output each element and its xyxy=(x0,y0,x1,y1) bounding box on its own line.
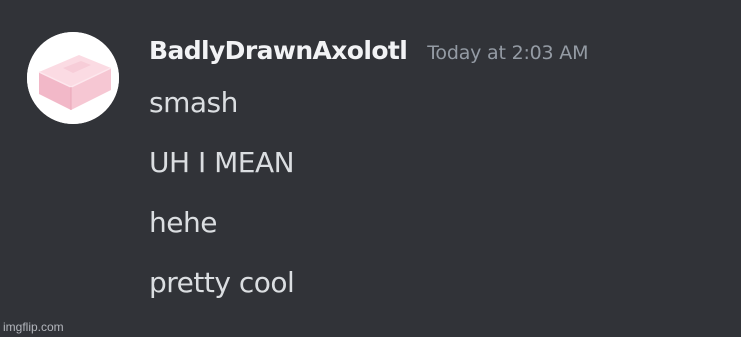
message-header: BadlyDrawnAxolotl Today at 2:03 AM xyxy=(149,36,588,74)
username[interactable]: BadlyDrawnAxolotl xyxy=(149,36,408,65)
message-line: smash xyxy=(149,86,238,119)
message-line: hehe xyxy=(149,206,217,239)
message-line: pretty cool xyxy=(149,266,295,299)
chat-message-group: BadlyDrawnAxolotl Today at 2:03 AM smash… xyxy=(0,0,741,337)
user-avatar[interactable] xyxy=(27,32,119,124)
pink-eraser-icon xyxy=(27,32,119,124)
message-line: UH I MEAN xyxy=(149,146,295,179)
imgflip-watermark: imgflip.com xyxy=(3,320,64,334)
message-timestamp: Today at 2:03 AM xyxy=(427,42,589,64)
message-list: smash UH I MEAN hehe pretty cool xyxy=(149,86,295,299)
